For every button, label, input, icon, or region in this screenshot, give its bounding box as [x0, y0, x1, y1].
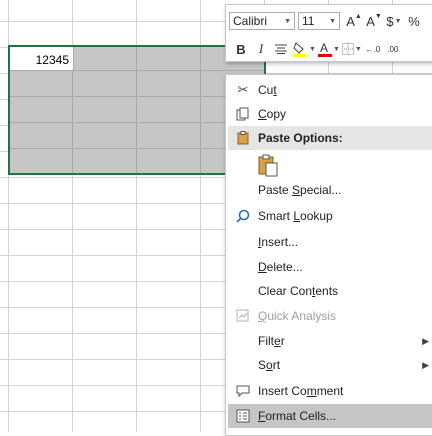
menu-item-label: Insert Comment — [258, 384, 344, 398]
chevron-right-icon: ▶ — [422, 359, 429, 370]
menu-item-quick-analysis: Quick Analysis — [228, 304, 432, 328]
clipboard-icon — [232, 128, 254, 148]
fill-color-icon[interactable]: ▼ — [292, 39, 316, 59]
borders-icon[interactable]: ▼ — [341, 39, 362, 59]
chevron-right-icon: ▶ — [422, 335, 429, 346]
menu-item-label: Clear Contents — [258, 284, 339, 298]
font-size-value: 11 — [302, 14, 315, 28]
menu-item-label: Copy — [258, 107, 287, 121]
chevron-down-icon: ▼ — [284, 17, 291, 25]
menu-item-insert[interactable]: Insert... — [228, 230, 432, 254]
menu-item-label: Delete... — [258, 260, 303, 274]
format-cells-icon — [232, 406, 254, 426]
menu-item-sort[interactable]: Sort ▶ — [228, 353, 432, 377]
menu-item-label: Sort — [258, 358, 281, 372]
scissors-icon: ✂ — [237, 82, 249, 97]
decrease-decimal-icon[interactable]: .00 — [384, 39, 402, 59]
comment-icon — [232, 381, 254, 401]
chevron-down-icon: ▼ — [329, 17, 336, 25]
decrease-font-size-icon[interactable]: A ▼ — [365, 11, 383, 31]
font-name-value: Calibri — [233, 14, 268, 28]
menu-item-smart-lookup[interactable]: Smart Lookup — [228, 204, 432, 228]
menu-item-paste-special[interactable]: Paste Special... — [228, 178, 432, 202]
paste-icon — [256, 153, 282, 179]
menu-item-insert-comment[interactable]: Insert Comment — [228, 379, 432, 403]
font-color-icon[interactable]: A ▼ — [317, 39, 340, 59]
align-center-icon[interactable] — [272, 39, 290, 59]
menu-item-label: Filter — [258, 334, 285, 348]
context-menu: ✂ Cut Copy Paste Options: Paste Special.… — [225, 74, 432, 436]
increase-font-size-icon[interactable]: A ▲ — [345, 11, 363, 31]
bold-icon[interactable]: B — [232, 39, 250, 59]
menu-item-label: Insert... — [258, 235, 299, 249]
menu-item-label: Quick Analysis — [258, 309, 337, 323]
menu-item-copy[interactable]: Copy — [228, 102, 432, 126]
svg-text:A: A — [320, 41, 328, 55]
menu-header-paste-options: Paste Options: — [228, 126, 432, 150]
menu-item-clear-contents[interactable]: Clear Contents — [228, 279, 432, 303]
paste-option-paste[interactable] — [228, 152, 432, 180]
quick-analysis-icon — [232, 306, 254, 326]
font-size-combo[interactable]: 11 ▼ — [298, 12, 340, 30]
menu-item-filter[interactable]: Filter ▶ — [228, 329, 432, 353]
search-icon — [232, 206, 254, 226]
menu-item-label: Smart Lookup — [258, 209, 333, 223]
menu-item-cut[interactable]: ✂ Cut — [228, 78, 432, 102]
copy-icon — [232, 104, 254, 124]
active-cell[interactable]: 12345 — [10, 47, 74, 71]
italic-icon[interactable]: I — [252, 39, 270, 59]
menu-item-format-cells[interactable]: Format Cells... — [228, 404, 432, 428]
font-name-combo[interactable]: Calibri ▼ — [229, 12, 295, 30]
menu-item-label: Paste Options: — [258, 131, 343, 145]
menu-item-label: Format Cells... — [258, 409, 337, 423]
percent-style-icon[interactable]: % — [405, 11, 423, 31]
menu-item-label: Cut — [258, 83, 277, 97]
mini-toolbar: Calibri ▼ 11 ▼ A ▲ A ▼ $ ▼ % B I ▼ A ▼ ▼ ←.… — [225, 4, 432, 62]
menu-item-label: Paste Special... — [258, 183, 342, 197]
accounting-format-icon[interactable]: $ ▼ — [385, 11, 403, 31]
menu-item-delete[interactable]: Delete... — [228, 255, 432, 279]
increase-decimal-icon[interactable]: ←.0 — [364, 39, 382, 59]
